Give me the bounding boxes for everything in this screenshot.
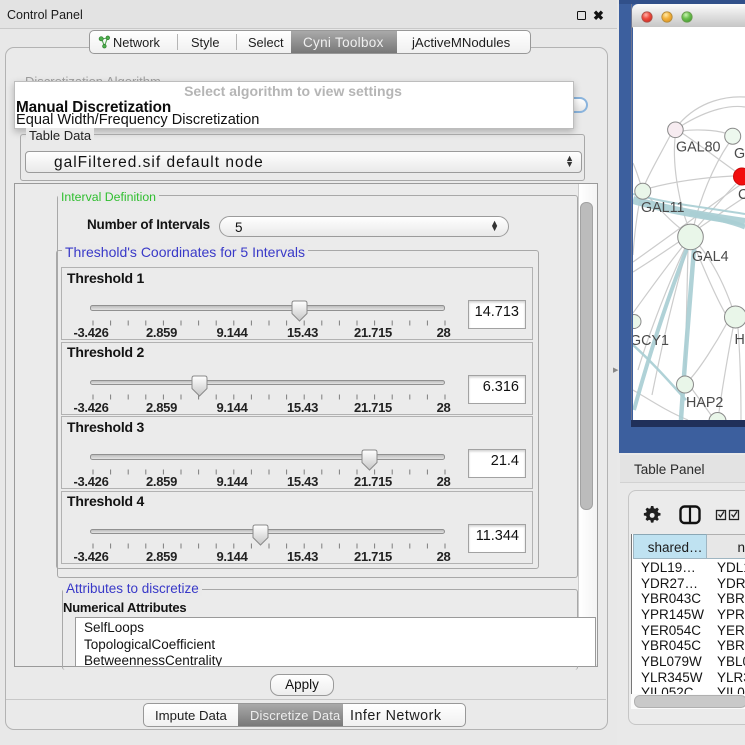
svg-text:GAL4: GAL4 — [692, 249, 729, 265]
svg-text:H: H — [735, 332, 745, 348]
svg-text:GAL80: GAL80 — [676, 140, 721, 156]
svg-text:HAP2: HAP2 — [686, 395, 723, 411]
svg-text:C: C — [738, 187, 745, 203]
svg-text:GCY1: GCY1 — [633, 333, 669, 349]
svg-text:G.: G. — [734, 146, 745, 162]
svg-text:GAL11: GAL11 — [641, 200, 684, 216]
